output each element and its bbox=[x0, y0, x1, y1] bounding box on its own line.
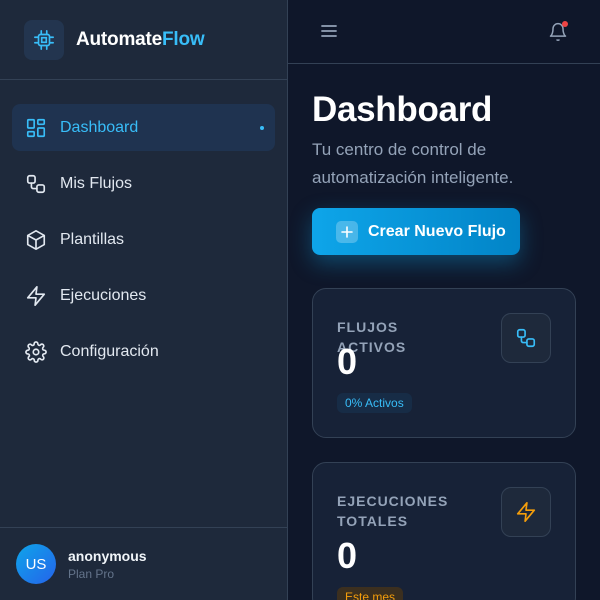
status-badge: Este mes bbox=[337, 587, 404, 600]
plus-icon bbox=[336, 220, 358, 243]
user-plan: Plan Pro bbox=[68, 566, 115, 581]
stat-card-value: 0 bbox=[337, 535, 358, 576]
sidebar-item-plantillas[interactable]: Plantillas bbox=[12, 216, 275, 263]
cube-icon bbox=[24, 228, 48, 252]
active-indicator bbox=[260, 126, 264, 130]
brand-name-part2: Flow bbox=[162, 28, 205, 50]
bell-icon[interactable] bbox=[548, 21, 568, 43]
status-badge: 0% Activos bbox=[337, 393, 412, 413]
dashboard-content: Dashboard Tu centro de control de automa… bbox=[288, 64, 600, 600]
chip-icon bbox=[24, 19, 64, 60]
sidebar-item-label: Configuración bbox=[60, 342, 159, 360]
user-profile[interactable]: US anonymous Plan Pro bbox=[0, 527, 287, 600]
sidebar-item-configuracion[interactable]: Configuración bbox=[12, 328, 275, 375]
notification-dot bbox=[562, 21, 568, 27]
stat-card-value: 0 bbox=[337, 341, 358, 382]
sidebar-item-label: Ejecuciones bbox=[60, 286, 147, 304]
sidebar-item-label: Plantillas bbox=[60, 230, 125, 248]
workflow-icon bbox=[501, 313, 551, 363]
sidebar-item-mis-flujos[interactable]: Mis Flujos bbox=[12, 160, 275, 207]
sidebar-item-ejecuciones[interactable]: Ejecuciones bbox=[12, 272, 275, 319]
stat-card-total-executions: EJECUCIONES TOTALES 0 Este mes bbox=[312, 462, 576, 600]
sidebar-item-label: Mis Flujos bbox=[60, 174, 133, 192]
sidebar-nav: Dashboard Mis Flujos Plantillas Ejecucio… bbox=[12, 104, 275, 384]
create-flow-button[interactable]: Crear Nuevo Flujo bbox=[312, 208, 520, 255]
sidebar-item-label: Dashboard bbox=[60, 118, 139, 136]
grid-icon bbox=[24, 116, 48, 140]
main-area: Dashboard Tu centro de control de automa… bbox=[288, 0, 600, 600]
create-flow-label: Crear Nuevo Flujo bbox=[368, 222, 506, 240]
menu-icon[interactable] bbox=[320, 22, 338, 40]
top-bar bbox=[288, 0, 600, 64]
user-name: anonymous bbox=[68, 547, 147, 564]
page-title: Dashboard bbox=[312, 90, 493, 129]
stat-card-active-flows: FLUJOS ACTIVOS 0 0% Activos bbox=[312, 288, 576, 438]
workflow-icon bbox=[24, 172, 48, 196]
sidebar-item-dashboard[interactable]: Dashboard bbox=[12, 104, 275, 151]
brand-name-part1: Automate bbox=[76, 28, 163, 50]
brand[interactable]: AutomateFlow bbox=[0, 0, 287, 80]
stat-card-label: EJECUCIONES TOTALES bbox=[337, 493, 449, 529]
page-subtitle: Tu centro de control de automatización i… bbox=[312, 140, 514, 187]
gear-icon bbox=[24, 340, 48, 364]
sidebar: AutomateFlow Dashboard Mis Flujos Planti… bbox=[0, 0, 288, 600]
bolt-icon bbox=[501, 487, 551, 537]
brand-name: AutomateFlow bbox=[76, 29, 205, 51]
user-info: anonymous Plan Pro bbox=[68, 548, 147, 581]
bolt-icon bbox=[24, 284, 48, 308]
avatar: US bbox=[16, 544, 56, 584]
